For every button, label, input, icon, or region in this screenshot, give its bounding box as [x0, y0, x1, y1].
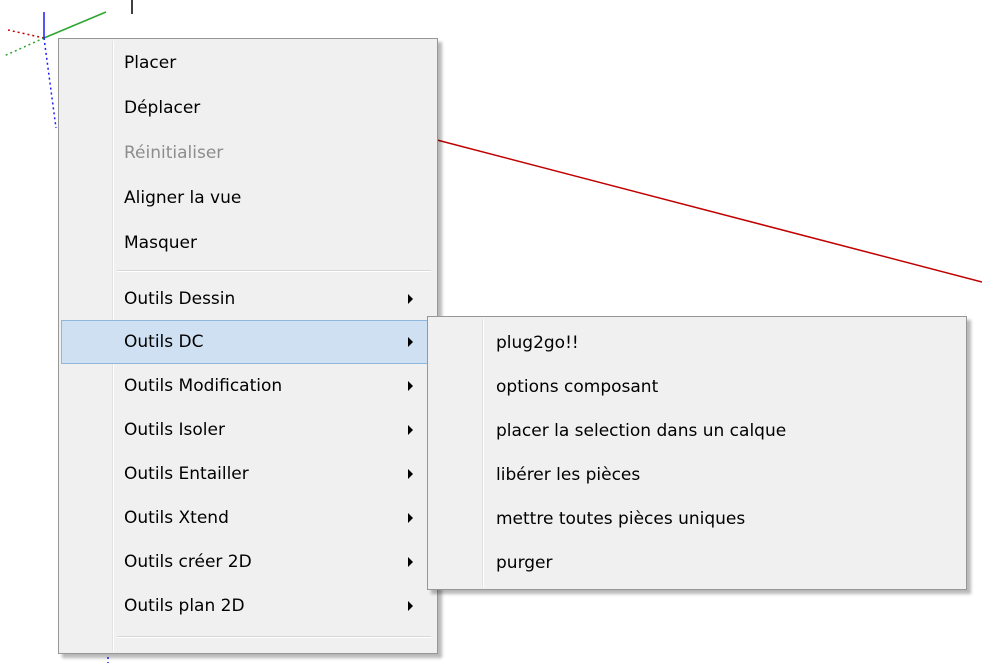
submenu-arrow-icon	[408, 294, 413, 304]
submenu-outils-dc: plug2go!! options composant placer la se…	[427, 316, 967, 590]
submenu-item-label: purger	[496, 553, 553, 573]
submenu-arrow-icon	[408, 381, 413, 391]
submenu-arrow-icon	[408, 337, 413, 347]
menu-item-label: Outils plan 2D	[124, 596, 245, 616]
submenu-item-liberer-pieces[interactable]: libérer les pièces	[430, 453, 964, 497]
green-axis-solid	[43, 11, 107, 39]
submenu-arrow-icon	[408, 425, 413, 435]
menu-item-masquer[interactable]: Masquer	[61, 221, 435, 265]
menu-item-label: Outils Xtend	[124, 508, 229, 528]
menu-item-label: Outils créer 2D	[124, 552, 252, 572]
red-axis-dotted	[7, 29, 45, 39]
menu-item-placer[interactable]: Placer	[61, 41, 435, 85]
menu-item-reinitialiser: Réinitialiser	[61, 131, 435, 175]
submenu-arrow-icon	[408, 557, 413, 567]
menu-item-label: Outils DC	[124, 332, 204, 352]
menu-item-label: Outils Entailler	[124, 464, 249, 484]
green-axis-dotted	[3, 37, 45, 57]
submenu-item-label: options composant	[496, 377, 659, 397]
menu-separator	[117, 270, 431, 272]
submenu-arrow-icon	[408, 469, 413, 479]
menu-item-outils-entailler[interactable]: Outils Entailler	[61, 452, 435, 496]
menu-item-outils-dessin[interactable]: Outils Dessin	[61, 277, 435, 321]
submenu-item-options-composant[interactable]: options composant	[430, 365, 964, 409]
submenu-item-placer-selection-calque[interactable]: placer la selection dans un calque	[430, 409, 964, 453]
menu-item-outils-modification[interactable]: Outils Modification	[61, 364, 435, 408]
context-menu: Placer Déplacer Réinitialiser Aligner la…	[58, 38, 438, 654]
menu-item-outils-plan-2d[interactable]: Outils plan 2D	[61, 584, 435, 628]
submenu-item-label: mettre toutes pièces uniques	[496, 509, 746, 529]
menu-item-label: Aligner la vue	[124, 188, 242, 208]
submenu-item-label: plug2go!!	[496, 333, 579, 353]
blue-axis-dotted	[43, 37, 57, 129]
menu-item-outils-dc[interactable]: Outils DC	[61, 320, 435, 364]
submenu-item-label: placer la selection dans un calque	[496, 421, 787, 441]
menu-item-label: Déplacer	[124, 98, 201, 118]
submenu-arrow-icon	[408, 513, 413, 523]
red-model-edge	[436, 139, 982, 283]
menu-item-label: Outils Isoler	[124, 420, 225, 440]
menu-item-label: Réinitialiser	[124, 143, 224, 163]
menu-item-label: Outils Dessin	[124, 289, 236, 309]
menu-item-outils-creer-2d[interactable]: Outils créer 2D	[61, 540, 435, 584]
menu-separator	[117, 636, 431, 638]
menu-item-deplacer[interactable]: Déplacer	[61, 86, 435, 130]
submenu-item-pieces-uniques[interactable]: mettre toutes pièces uniques	[430, 497, 964, 541]
menu-item-aligner-la-vue[interactable]: Aligner la vue	[61, 176, 435, 220]
menu-item-label: Masquer	[124, 233, 197, 253]
menu-item-outils-isoler[interactable]: Outils Isoler	[61, 408, 435, 452]
submenu-item-plug2go[interactable]: plug2go!!	[430, 321, 964, 365]
submenu-arrow-icon	[408, 601, 413, 611]
menu-item-outils-xtend[interactable]: Outils Xtend	[61, 496, 435, 540]
menu-item-label: Placer	[124, 53, 177, 73]
menu-item-label: Outils Modification	[124, 376, 283, 396]
submenu-item-label: libérer les pièces	[496, 465, 641, 485]
submenu-item-purger[interactable]: purger	[430, 541, 964, 585]
